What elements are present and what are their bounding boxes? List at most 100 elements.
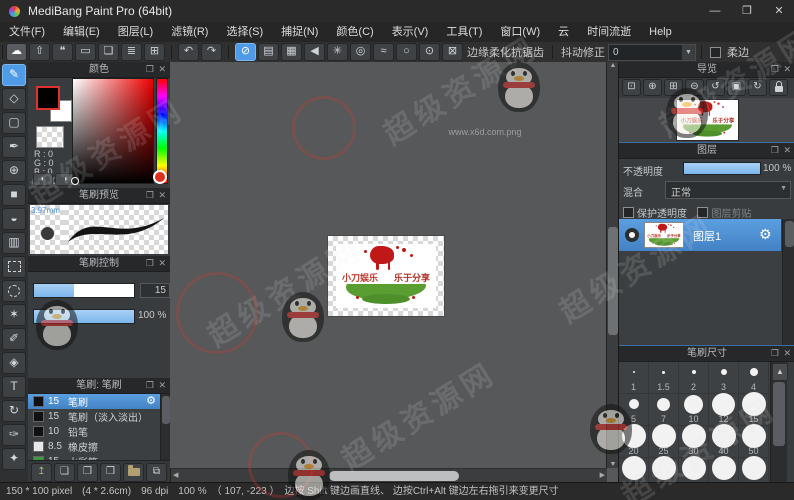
snap-curve-icon[interactable]: ≈: [373, 43, 394, 61]
rect-tool[interactable]: ▢: [2, 112, 26, 134]
zoom-out-icon[interactable]: ⊖: [685, 79, 704, 96]
gradient-tool[interactable]: ▥: [2, 232, 26, 254]
rotate-left-icon[interactable]: ↺: [706, 79, 725, 96]
brush-settings-icon[interactable]: ❒: [100, 463, 121, 482]
grid-edit-icon[interactable]: ⊞: [144, 43, 165, 61]
scroll-left-icon[interactable]: ◀: [173, 469, 178, 483]
pen-tool[interactable]: ✑: [2, 424, 26, 446]
soft-edge-checkbox[interactable]: [710, 47, 721, 58]
layer-list-scroll-thumb[interactable]: [785, 221, 794, 247]
layer-opacity-slider[interactable]: [683, 162, 761, 175]
brush-list-item[interactable]: 15笔刷（淡入淡出）: [28, 409, 160, 424]
close-icon[interactable]: ✕: [158, 63, 166, 76]
sv-picker-cursor[interactable]: [71, 177, 79, 185]
canvas-vscroll-thumb[interactable]: [608, 227, 618, 335]
duplicate-brush-icon[interactable]: ⧉: [146, 463, 167, 482]
menu-item[interactable]: 云: [549, 22, 578, 42]
snap-ellipse-icon[interactable]: ○: [396, 43, 417, 61]
undo-icon[interactable]: ↶: [178, 43, 199, 61]
brush-size-cell[interactable]: 12: [709, 394, 739, 426]
menu-item[interactable]: 图层(L): [109, 22, 162, 42]
brush-size-cell[interactable]: [709, 458, 739, 484]
brush-list-item[interactable]: 15笔刷⚙: [28, 394, 160, 409]
chevron-down-icon[interactable]: ▼: [682, 45, 695, 60]
brush-size-cell[interactable]: 2: [679, 362, 709, 394]
brush-tool[interactable]: ✎: [2, 64, 26, 86]
popout-icon[interactable]: ❐: [146, 257, 154, 270]
brush-size-scrollbar[interactable]: ▲: [770, 362, 787, 483]
snap-off-icon[interactable]: ⊘: [235, 43, 256, 61]
snap-vanishing-point-icon[interactable]: ◀: [304, 43, 325, 61]
bucket-tool[interactable]: ◒: [2, 208, 26, 230]
document-icon[interactable]: ❏: [98, 43, 119, 61]
control-point-tool[interactable]: ✒: [2, 136, 26, 158]
move-tool[interactable]: ⊕: [2, 160, 26, 182]
brush-size-cell[interactable]: 1.5: [649, 362, 679, 394]
brush-list-scrollbar[interactable]: [160, 394, 170, 460]
menu-item[interactable]: 工具(T): [437, 22, 491, 42]
brush-size-cell[interactable]: 10: [679, 394, 709, 426]
brush-size-cell[interactable]: 3: [709, 362, 739, 394]
jitter-correction-select[interactable]: 0▼: [608, 44, 696, 61]
layer-name[interactable]: 图层1: [693, 228, 721, 244]
layer-settings-gear-icon[interactable]: ⚙: [759, 226, 772, 243]
brush-size-cell[interactable]: 15: [739, 394, 769, 426]
popout-icon[interactable]: ❐: [146, 379, 154, 392]
menu-item[interactable]: 捕捉(N): [272, 22, 327, 42]
foreground-color-swatch[interactable]: [36, 86, 60, 110]
popout-icon[interactable]: ❐: [771, 347, 779, 360]
rotate-tool[interactable]: ↻: [2, 400, 26, 422]
brush-size-cell[interactable]: [739, 458, 769, 484]
canvas-hscrollbar[interactable]: ◀ ▶: [170, 468, 607, 483]
brush-size-value[interactable]: 15: [140, 283, 170, 298]
layer-visibility-icon[interactable]: [625, 228, 639, 242]
close-icon[interactable]: ✕: [158, 257, 166, 270]
magic-wand-tool[interactable]: ✶: [2, 304, 26, 326]
select-pen-tool[interactable]: ✐: [2, 328, 26, 350]
brush-opacity-slider[interactable]: [33, 309, 135, 324]
cloud-icon[interactable]: ☁: [6, 43, 27, 61]
new-brush-icon[interactable]: ❏: [54, 463, 75, 482]
brush-size-cell[interactable]: 7: [649, 394, 679, 426]
snap-grid-icon[interactable]: ▦: [281, 43, 302, 61]
reset-view-icon[interactable]: ▣: [727, 79, 746, 96]
transparent-color-swatch[interactable]: [36, 126, 64, 148]
antialias-toggle-icon[interactable]: ⊠: [442, 43, 463, 61]
menu-item[interactable]: 文件(F): [0, 22, 54, 42]
snap-parallel-icon[interactable]: ▤: [258, 43, 279, 61]
brush-size-cell[interactable]: [679, 458, 709, 484]
menu-item[interactable]: 选择(S): [217, 22, 272, 42]
brush-size-cell[interactable]: [619, 458, 649, 484]
close-icon[interactable]: ✕: [783, 144, 791, 157]
menu-item[interactable]: 窗口(W): [491, 22, 549, 42]
fit-window-icon[interactable]: ⊞: [664, 79, 683, 96]
redo-icon[interactable]: ↷: [201, 43, 222, 61]
brush-list-item[interactable]: 8.5橡皮擦: [28, 439, 160, 454]
brush-size-cell[interactable]: 25: [649, 426, 679, 458]
brush-size-cell[interactable]: 1: [619, 362, 649, 394]
close-icon[interactable]: ✕: [783, 63, 791, 76]
popout-icon[interactable]: ❐: [146, 189, 154, 202]
export-icon[interactable]: ⇧: [29, 43, 50, 61]
menu-item[interactable]: 表示(V): [383, 22, 438, 42]
color-wheel-toggle[interactable]: ◐: [33, 173, 53, 186]
close-icon[interactable]: ✕: [158, 189, 166, 202]
brush-size-cell[interactable]: 4: [739, 362, 769, 394]
shape-tool[interactable]: ■: [2, 184, 26, 206]
brush-size-cell[interactable]: 20: [619, 426, 649, 458]
hue-slider[interactable]: [156, 78, 168, 184]
brush-folder-icon[interactable]: [123, 463, 144, 482]
hue-slider-cursor[interactable]: [153, 170, 167, 184]
select-rect-tool[interactable]: [2, 256, 26, 278]
popout-icon[interactable]: ❐: [771, 63, 779, 76]
chat-bubble-icon[interactable]: ▭: [75, 43, 96, 61]
layer-row[interactable]: 小刀娱乐乐于分享 图层1 ⚙: [619, 219, 781, 251]
brush-size-slider[interactable]: [33, 283, 135, 298]
saturation-value-picker[interactable]: [72, 78, 154, 184]
menu-item[interactable]: 时间流逝: [578, 22, 640, 42]
menu-item[interactable]: 颜色(C): [327, 22, 382, 42]
brush-size-cell[interactable]: 5: [619, 394, 649, 426]
menu-item[interactable]: Help: [640, 22, 681, 42]
text-tool[interactable]: T: [2, 376, 26, 398]
brush-cloud-upload-icon[interactable]: ↥: [31, 463, 52, 482]
